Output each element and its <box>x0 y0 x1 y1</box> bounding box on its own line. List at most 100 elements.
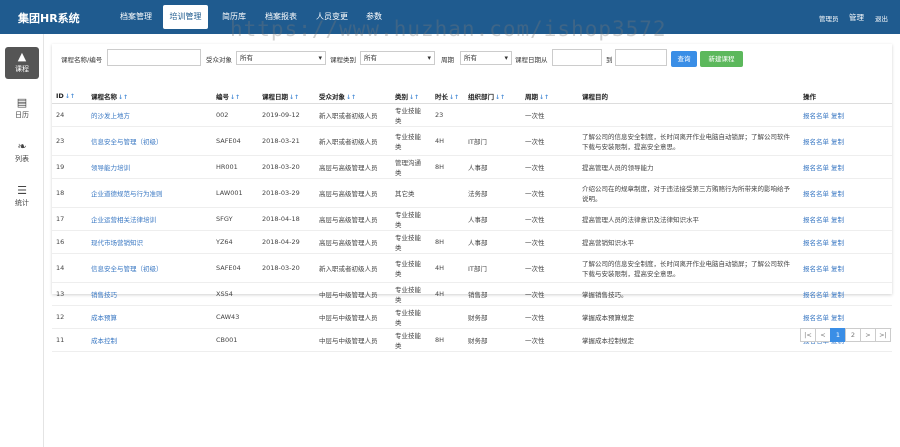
cell-ops: 报名名单复制 <box>799 155 892 179</box>
cell-category: 专业技能类 <box>391 253 431 283</box>
search-button[interactable]: 查询 <box>671 51 697 67</box>
cell-date: 2018-04-18 <box>258 207 315 231</box>
col-cycle[interactable]: 周期↓↑ <box>521 89 578 104</box>
table-row: 13 销售技巧 XS54 中层与中级管理人员 专业技能类 4H 销售部 一次性 掌握销售技巧。报… <box>52 282 892 306</box>
sidebar-label: 列表 <box>15 155 29 163</box>
sort-icon[interactable]: ↓↑ <box>409 94 419 101</box>
page-last-button[interactable]: >| <box>875 328 891 342</box>
sort-icon[interactable]: ↓↑ <box>118 94 128 101</box>
cell-duration: 4H <box>431 253 464 283</box>
page-next-button[interactable]: > <box>860 328 876 342</box>
sort-icon[interactable]: ↓↑ <box>65 93 75 100</box>
category-select[interactable]: 所有 <box>360 51 435 65</box>
new-course-button[interactable]: 新建课程 <box>700 51 743 67</box>
list-icon: ☰ <box>17 184 27 197</box>
sidebar-label: 日历 <box>15 111 29 119</box>
sidebar-item-stats[interactable]: ☰ 统计 <box>5 184 39 208</box>
cell-cycle: 一次性 <box>521 328 578 352</box>
cell-category: 专业技能类 <box>391 126 431 156</box>
cell-name[interactable]: 的沙发上地方 <box>87 103 212 127</box>
copy-link[interactable]: 复制 <box>831 190 844 198</box>
cell-name[interactable]: 领导能力培训 <box>87 155 212 179</box>
cell-name[interactable]: 销售技巧 <box>87 282 212 306</box>
col-label: 编号 <box>216 92 229 101</box>
table-row: 14 信息安全与管理（初级） SAFE04 2018-03-20 新入职或者初级人员 专业… <box>52 253 892 283</box>
enroll-list-link[interactable]: 报名名单 <box>803 291 829 299</box>
col-id[interactable]: ID↓↑ <box>52 89 87 104</box>
page-2-button[interactable]: 2 <box>845 328 861 342</box>
cell-name[interactable]: 成本预算 <box>87 305 212 329</box>
date-to-input[interactable] <box>615 49 667 66</box>
cell-duration: 4H <box>431 282 464 306</box>
col-dept[interactable]: 组织部门↓↑ <box>464 89 521 104</box>
cell-audience: 中层与中级管理人员 <box>315 328 391 352</box>
cell-dept: 财务部 <box>464 305 521 329</box>
user-admin[interactable]: 管理员 <box>819 13 839 23</box>
cell-name[interactable]: 成本控制 <box>87 328 212 352</box>
cell-code: 002 <box>212 103 258 127</box>
cell-name[interactable]: 信息安全与管理（初级） <box>87 253 212 283</box>
cell-audience: 高层与高级管理人员 <box>315 207 391 231</box>
copy-link[interactable]: 复制 <box>831 138 844 146</box>
date-from-input[interactable] <box>552 49 602 66</box>
sidebar-item-course[interactable]: ▲ 课程 <box>5 47 39 79</box>
cell-category: 专业技能类 <box>391 230 431 254</box>
enroll-list-link[interactable]: 报名名单 <box>803 190 829 198</box>
sort-icon[interactable]: ↓↑ <box>539 94 549 101</box>
nav-training[interactable]: 培训管理 <box>163 5 208 29</box>
copy-link[interactable]: 复制 <box>831 216 844 224</box>
col-audience[interactable]: 受众对象↓↑ <box>315 89 391 104</box>
cell-purpose: 提高管理人员的领导能力 <box>578 155 799 179</box>
cell-code: LAW001 <box>212 178 258 208</box>
cell-duration <box>431 305 464 329</box>
sidebar-item-calendar[interactable]: ▤ 日历 <box>5 96 39 120</box>
sort-icon[interactable]: ↓↑ <box>230 94 240 101</box>
enroll-list-link[interactable]: 报名名单 <box>803 138 829 146</box>
col-code[interactable]: 编号↓↑ <box>212 89 258 104</box>
cell-name[interactable]: 企业运营相关法律培训 <box>87 207 212 231</box>
cell-cycle: 一次性 <box>521 230 578 254</box>
filter-bar: 课程名称/编号 受众对象 所有 课程类别 所有 周期 所有 课程日期从 到 查询… <box>52 47 892 69</box>
col-category[interactable]: 类别↓↑ <box>391 89 431 104</box>
cycle-value: 所有 <box>464 54 477 62</box>
cell-duration: 23 <box>431 103 464 127</box>
cell-duration: 8H <box>431 328 464 352</box>
audience-select[interactable]: 所有 <box>236 51 326 65</box>
col-duration[interactable]: 时长↓↑ <box>431 89 464 104</box>
logout-link[interactable]: 退出 <box>875 13 888 23</box>
copy-link[interactable]: 复制 <box>831 112 844 120</box>
sort-icon[interactable]: ↓↑ <box>495 94 505 101</box>
cycle-select[interactable]: 所有 <box>460 51 512 65</box>
manage-link[interactable]: 管理 <box>849 12 864 23</box>
copy-link[interactable]: 复制 <box>831 265 844 273</box>
copy-link[interactable]: 复制 <box>831 164 844 172</box>
sort-icon[interactable]: ↓↑ <box>346 94 356 101</box>
cell-duration <box>431 207 464 231</box>
cell-purpose: 了解公司的信息安全制度，长时间离开作业电脑自动锁屏；了解公司软件下载与安装限制，… <box>578 253 799 283</box>
copy-link[interactable]: 复制 <box>831 291 844 299</box>
enroll-list-link[interactable]: 报名名单 <box>803 265 829 273</box>
enroll-list-link[interactable]: 报名名单 <box>803 239 829 247</box>
sort-icon[interactable]: ↓↑ <box>289 94 299 101</box>
cell-name[interactable]: 信息安全与管理（初级） <box>87 126 212 156</box>
cell-name[interactable]: 企业道德规范与行为准则 <box>87 178 212 208</box>
col-date[interactable]: 课程日期↓↑ <box>258 89 315 104</box>
cell-name[interactable]: 现代市场营销知识 <box>87 230 212 254</box>
sort-icon[interactable]: ↓↑ <box>449 94 459 101</box>
page-first-button[interactable]: |< <box>800 328 816 342</box>
enroll-list-link[interactable]: 报名名单 <box>803 112 829 120</box>
nav-archive[interactable]: 档案管理 <box>120 11 152 22</box>
copy-link[interactable]: 复制 <box>831 314 844 322</box>
enroll-list-link[interactable]: 报名名单 <box>803 164 829 172</box>
col-name[interactable]: 课程名称↓↑ <box>87 89 212 104</box>
enroll-list-link[interactable]: 报名名单 <box>803 216 829 224</box>
course-name-input[interactable] <box>107 49 201 66</box>
page-prev-button[interactable]: < <box>815 328 831 342</box>
table-header-row: ID↓↑ 课程名称↓↑ 编号↓↑ 课程日期↓↑ 受众对象↓↑ 类别↓↑ 时长↓↑… <box>52 89 892 104</box>
copy-link[interactable]: 复制 <box>831 239 844 247</box>
table-row: 23 信息安全与管理（初级） SAFE04 2018-03-21 新入职或者初级人员 专业… <box>52 126 892 156</box>
sidebar-item-list[interactable]: ❧ 列表 <box>5 140 39 164</box>
page-1-button[interactable]: 1 <box>830 328 846 342</box>
cell-category: 专业技能类 <box>391 103 431 127</box>
enroll-list-link[interactable]: 报名名单 <box>803 314 829 322</box>
